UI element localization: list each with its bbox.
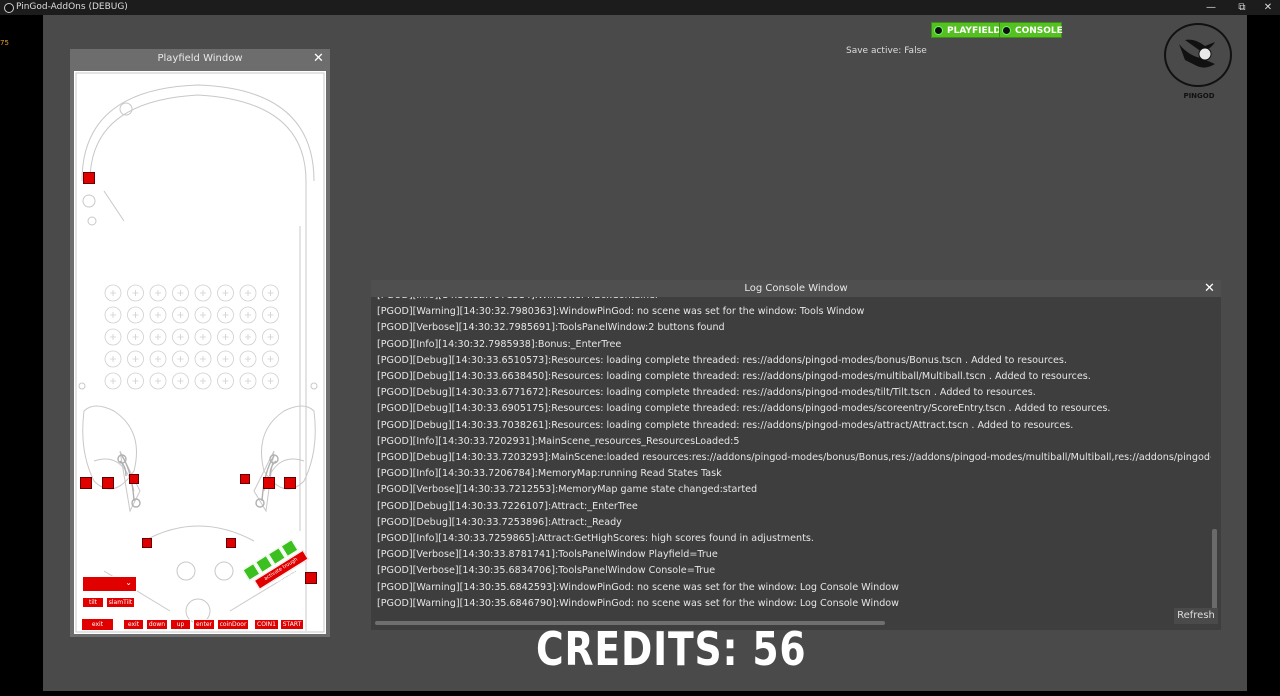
start-button[interactable]: START bbox=[280, 619, 304, 630]
console-toggle-button[interactable]: CONSOLE bbox=[999, 22, 1063, 38]
minimize-icon[interactable]: — bbox=[1196, 0, 1226, 15]
log-output[interactable]: [PGOD][Info][14:30:32.7971514]:Windows: … bbox=[375, 297, 1211, 618]
log-console-window: Log Console Window ✕ [PGOD][Info][14:30:… bbox=[371, 280, 1221, 630]
window-title: PinGod-AddOns (DEBUG) bbox=[16, 2, 128, 12]
log-vertical-scrollbar[interactable] bbox=[1211, 297, 1218, 618]
app-icon bbox=[4, 3, 14, 13]
log-line: [PGOD][Info][14:30:32.7985938]:Bonus:_En… bbox=[377, 338, 622, 350]
log-line: [PGOD][Warning][14:30:32.7980363]:Window… bbox=[377, 306, 865, 318]
close-icon[interactable]: ✕ bbox=[1204, 281, 1215, 296]
exit-button[interactable]: exit bbox=[81, 618, 114, 631]
playfield-switch[interactable] bbox=[129, 474, 139, 484]
playfield-window-titlebar[interactable]: Playfield Window ✕ bbox=[70, 49, 330, 68]
playfield-window-title: Playfield Window bbox=[157, 53, 243, 64]
playfield-switch[interactable] bbox=[142, 538, 152, 548]
playfield-switch[interactable] bbox=[284, 477, 296, 489]
tilt-button[interactable]: tilt bbox=[82, 597, 104, 608]
toggle-indicator-icon bbox=[934, 26, 943, 35]
exit-service-button[interactable]: exit bbox=[123, 619, 144, 630]
playfield-switch[interactable] bbox=[263, 477, 275, 489]
log-line: [PGOD][Debug][14:30:33.6905175]:Resource… bbox=[377, 403, 1111, 415]
close-icon[interactable]: ✕ bbox=[313, 51, 324, 66]
log-line: [PGOD][Info][14:30:33.7202931]:MainScene… bbox=[377, 435, 740, 447]
playfield-switch[interactable] bbox=[102, 477, 114, 489]
log-line: [PGOD][Debug][14:30:33.6510573]:Resource… bbox=[377, 354, 1067, 366]
pingod-logo: PINGOD bbox=[1163, 22, 1235, 102]
coin1-button[interactable]: COIN1 bbox=[254, 619, 279, 630]
save-status: Save active: False bbox=[846, 46, 927, 56]
coin-door-button[interactable]: coinDoor bbox=[217, 619, 249, 630]
playfield-canvas[interactable]: ⌄ activate trough switches tilt slamTilt… bbox=[74, 71, 326, 634]
log-line: [PGOD][Debug][14:30:33.6638450]:Resource… bbox=[377, 371, 1091, 382]
up-button[interactable]: up bbox=[170, 619, 191, 630]
console-toggle-label: CONSOLE bbox=[1015, 26, 1063, 36]
chevron-down-icon: ⌄ bbox=[125, 578, 132, 587]
log-line: [PGOD][Verbose][14:30:32.7985691]:ToolsP… bbox=[377, 322, 725, 334]
window-titlebar: PinGod-AddOns (DEBUG) — ⧉ ✕ bbox=[0, 0, 1280, 15]
playfield-toggle-button[interactable]: PLAYFIELD bbox=[931, 22, 1001, 38]
credits-display: CREDITS: 56 bbox=[536, 622, 807, 676]
log-line: [PGOD][Verbose][14:30:33.8781741]:ToolsP… bbox=[377, 549, 718, 561]
log-line: [PGOD][Debug][14:30:33.7038261]:Resource… bbox=[377, 419, 1074, 431]
logo-text: PINGOD bbox=[1183, 92, 1215, 100]
log-line: [PGOD][Debug][14:30:33.7226107]:Attract:… bbox=[377, 500, 638, 512]
log-console-titlebar[interactable]: Log Console Window ✕ bbox=[371, 280, 1221, 297]
log-line: [PGOD][Verbose][14:30:35.6834706]:ToolsP… bbox=[377, 565, 716, 577]
playfield-toggle-label: PLAYFIELD bbox=[947, 26, 1001, 36]
switch-dropdown[interactable]: ⌄ bbox=[82, 576, 137, 592]
down-button[interactable]: down bbox=[146, 619, 168, 630]
log-line: [PGOD][Warning][14:30:35.6842593]:Window… bbox=[377, 581, 900, 593]
playfield-window: Playfield Window ✕ ⌄ activate trough swi… bbox=[70, 49, 330, 637]
slam-tilt-button[interactable]: slamTilt bbox=[106, 597, 135, 608]
log-console-title: Log Console Window bbox=[744, 283, 848, 294]
log-line: [PGOD][Info][14:30:33.7259865]:Attract:G… bbox=[377, 533, 814, 544]
playfield-switch[interactable] bbox=[305, 572, 317, 584]
playfield-switch[interactable] bbox=[80, 477, 92, 489]
enter-button[interactable]: enter bbox=[193, 619, 215, 630]
log-line: [PGOD][Info][14:30:32.7971514]:Windows: … bbox=[377, 297, 659, 301]
fps-counter: 75 bbox=[0, 39, 9, 47]
log-line: [PGOD][Info][14:30:33.7206784]:MemoryMap… bbox=[377, 468, 722, 480]
toggle-indicator-icon bbox=[1002, 26, 1011, 35]
logo-hand-icon bbox=[1179, 39, 1215, 68]
log-line: [PGOD][Debug][14:30:33.6771672]:Resource… bbox=[377, 387, 1036, 399]
close-icon[interactable]: ✕ bbox=[1253, 0, 1280, 15]
playfield-switch[interactable] bbox=[240, 474, 250, 484]
playfield-switch[interactable] bbox=[226, 538, 236, 548]
log-line: [PGOD][Verbose][14:30:33.7212553]:Memory… bbox=[377, 484, 758, 496]
playfield-switch[interactable] bbox=[83, 172, 95, 184]
scrollbar-thumb[interactable] bbox=[1212, 529, 1217, 613]
log-line: [PGOD][Debug][14:30:33.7253896]:Attract:… bbox=[377, 516, 622, 528]
refresh-button[interactable]: Refresh bbox=[1174, 608, 1218, 624]
log-line: [PGOD][Warning][14:30:35.6846790]:Window… bbox=[377, 597, 900, 609]
log-line: [PGOD][Debug][14:30:33.7203293]:MainScen… bbox=[377, 452, 1211, 463]
